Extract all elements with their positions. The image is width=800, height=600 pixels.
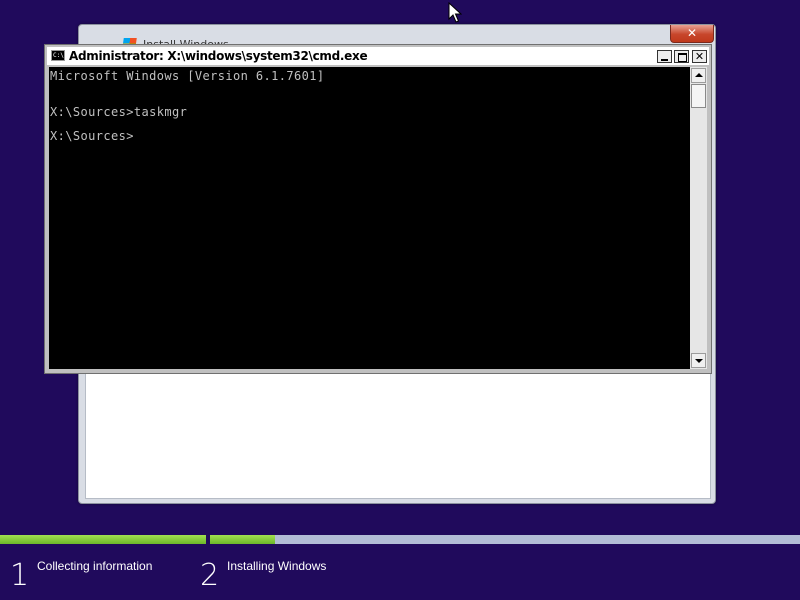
- step-label: Installing Windows: [227, 559, 327, 573]
- progress-track-collecting: [0, 535, 206, 544]
- console-line-command: X:\Sources>taskmgr: [50, 105, 188, 119]
- cmd-console[interactable]: Microsoft Windows [Version 6.1.7601] X:\…: [49, 67, 690, 369]
- step-number: 2: [200, 558, 220, 593]
- maximize-icon: [678, 53, 687, 62]
- progress-fill-installing: [210, 535, 275, 544]
- scroll-thumb[interactable]: [691, 84, 706, 108]
- cmd-window: C:\ Administrator: X:\windows\system32\c…: [44, 44, 712, 374]
- progress-track-installing: [210, 535, 800, 544]
- arrow-up-icon: [695, 73, 703, 77]
- arrow-down-icon: [695, 359, 703, 363]
- cmd-window-title: Administrator: X:\windows\system32\cmd.e…: [69, 49, 368, 63]
- console-line-prompt: X:\Sources>: [50, 129, 134, 143]
- install-windows-close-button[interactable]: ✕: [670, 25, 714, 43]
- cmd-close-button[interactable]: ✕: [692, 50, 707, 63]
- scroll-up-button[interactable]: [691, 68, 706, 83]
- cmd-minimize-button[interactable]: [657, 50, 672, 63]
- scroll-down-button[interactable]: [691, 353, 706, 368]
- cmd-vertical-scrollbar[interactable]: [690, 67, 707, 369]
- cmd-icon: C:\: [51, 50, 65, 61]
- minimize-icon: [661, 59, 668, 61]
- cmd-titlebar[interactable]: C:\ Administrator: X:\windows\system32\c…: [47, 47, 709, 65]
- progress-fill-collecting: [0, 535, 206, 544]
- step-label: Collecting information: [37, 559, 153, 573]
- cmd-maximize-button[interactable]: [674, 50, 689, 63]
- console-line-version: Microsoft Windows [Version 6.1.7601]: [50, 69, 325, 83]
- step-number: 1: [10, 558, 30, 593]
- mouse-pointer-icon: [448, 2, 462, 23]
